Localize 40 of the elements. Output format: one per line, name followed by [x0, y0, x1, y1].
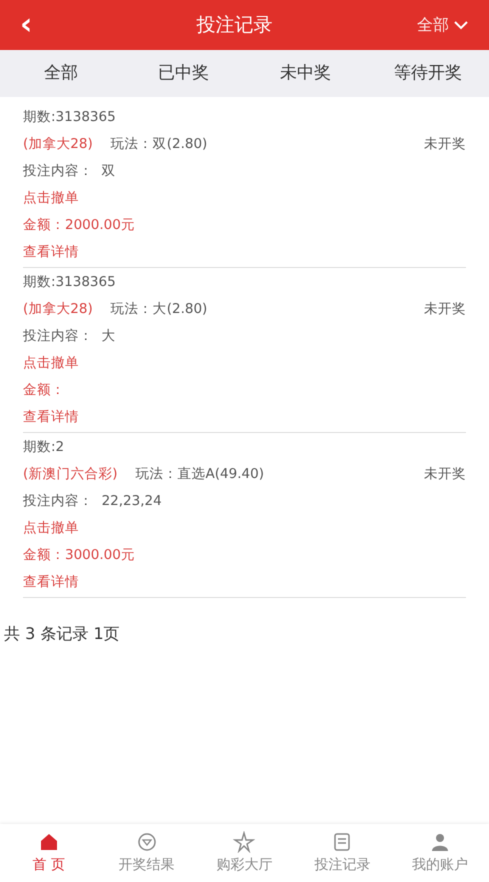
bet-amount: 金额：3000.00元	[23, 546, 135, 566]
view-details-link[interactable]: 查看详情	[23, 242, 79, 263]
record-summary: 共 3 条记录 1页	[3, 623, 121, 645]
draw-status: 未开奖	[424, 300, 466, 320]
draw-status: 未开奖	[424, 135, 466, 154]
period-number: 期数:3138365	[23, 273, 116, 292]
cancel-bet-link[interactable]: 点击撤单	[23, 518, 79, 539]
draw-status: 未开奖	[424, 465, 466, 484]
filter-tab[interactable]: 全部	[0, 50, 122, 97]
cancel-bet-link[interactable]: 点击撤单	[23, 188, 79, 209]
nav-tab[interactable]: 我的账户	[391, 824, 489, 882]
nav-tab[interactable]: 投注记录	[293, 824, 392, 882]
filter-dropdown[interactable]: 全部	[417, 13, 469, 37]
nav-tab[interactable]: 首 页	[0, 824, 98, 882]
bet-content: 投注内容： 双	[23, 162, 116, 182]
circle-icon	[136, 830, 158, 852]
filter-tab[interactable]: 已中奖	[122, 50, 244, 97]
lottery-name: (加拿大28)	[23, 135, 93, 154]
star-icon	[233, 830, 256, 852]
bet-content: 投注内容： 大	[23, 327, 116, 346]
bet-amount: 金额：2000.00元	[23, 216, 135, 236]
bet-amount: 金额：	[23, 381, 65, 400]
play-type: 玩法：双(2.80)	[110, 135, 208, 154]
cancel-bet-link[interactable]: 点击撤单	[23, 353, 79, 374]
view-details-link[interactable]: 查看详情	[23, 572, 79, 593]
bet-content: 投注内容： 22,23,24	[23, 492, 162, 512]
page-title: 投注记录	[196, 12, 274, 38]
back-button[interactable]: ‹	[20, 10, 52, 40]
play-type: 玩法：大(2.80)	[110, 300, 208, 320]
filter-tab[interactable]: 未中奖	[244, 50, 367, 97]
nav-tab[interactable]: 开奖结果	[98, 824, 196, 882]
chevron-down-icon	[453, 20, 469, 30]
period-number: 期数:3138365	[23, 108, 116, 128]
filter-tab[interactable]: 等待开奖	[366, 50, 489, 97]
lottery-name: (新澳门六合彩)	[23, 465, 118, 484]
play-type: 玩法：直选A(49.40)	[136, 465, 264, 484]
view-details-link[interactable]: 查看详情	[23, 407, 79, 428]
lottery-name: (加拿大28)	[23, 300, 93, 320]
nav-tab[interactable]: 购彩大厅	[196, 824, 294, 882]
period-number: 期数:2	[23, 438, 64, 458]
